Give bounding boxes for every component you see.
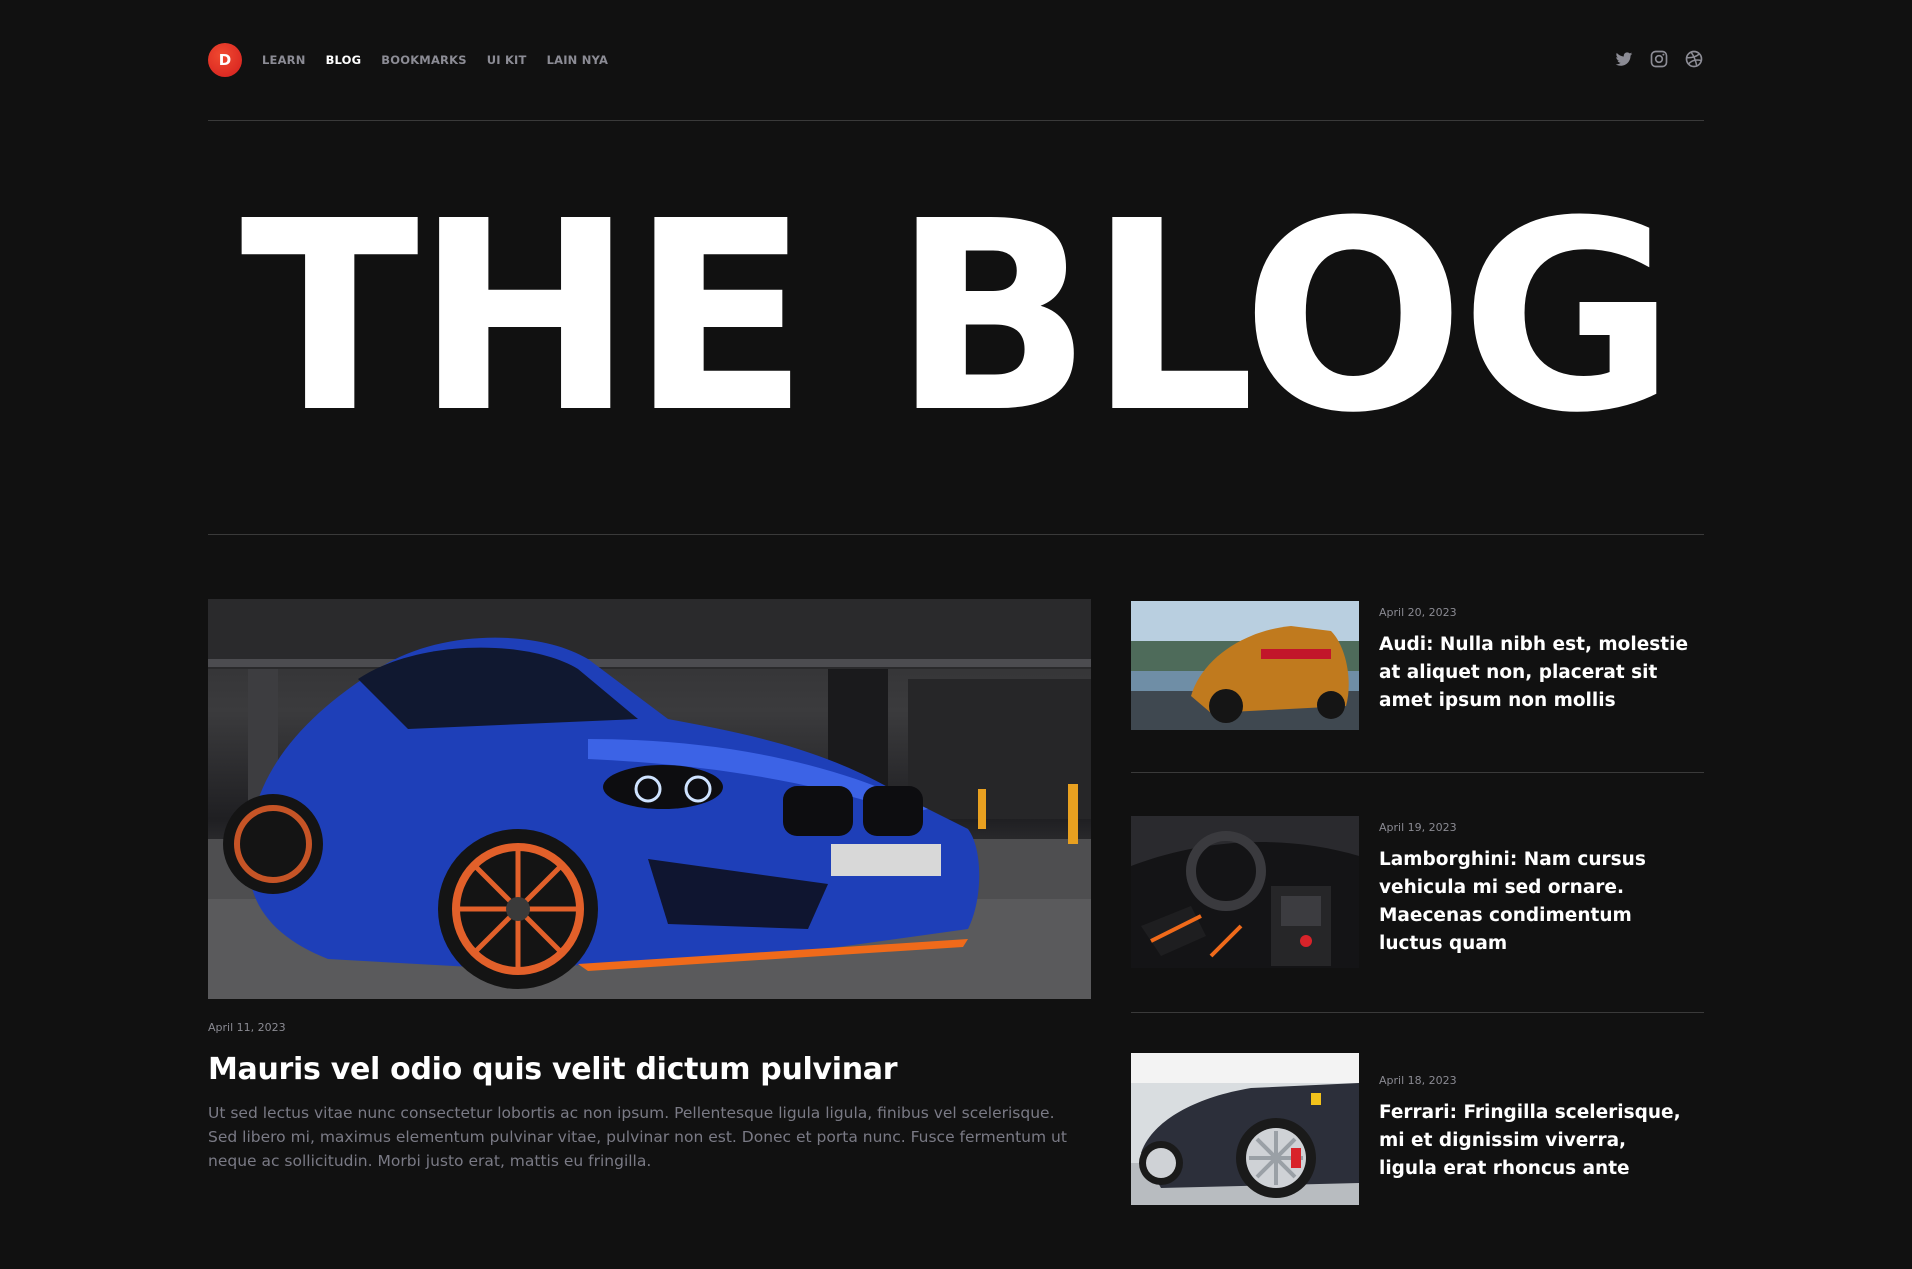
twitter-icon[interactable] xyxy=(1614,49,1634,69)
side-post-thumbnail[interactable] xyxy=(1131,1053,1359,1205)
lamborghini-interior-image xyxy=(1131,816,1359,968)
social-links xyxy=(1614,49,1704,69)
side-post-thumbnail[interactable] xyxy=(1131,816,1359,968)
nav-item-lain-nya[interactable]: LAIN NYA xyxy=(547,53,609,67)
side-post-thumbnail[interactable] xyxy=(1131,601,1359,730)
side-post-divider xyxy=(1131,1012,1704,1013)
nav-item-bookmarks[interactable]: BOOKMARKS xyxy=(381,53,466,67)
side-post-date: April 20, 2023 xyxy=(1379,606,1457,619)
side-post-audi[interactable]: April 20, 2023 Audi: Nulla nibh est, mol… xyxy=(1131,601,1704,730)
side-post-lamborghini[interactable]: April 19, 2023 Lamborghini: Nam cursus v… xyxy=(1131,816,1704,968)
blue-sports-car-image xyxy=(208,599,1091,999)
header-divider xyxy=(208,120,1704,121)
side-post-date: April 19, 2023 xyxy=(1379,821,1457,834)
featured-post-title[interactable]: Mauris vel odio quis velit dictum pulvin… xyxy=(208,1052,1091,1087)
featured-post-date: April 11, 2023 xyxy=(208,1021,286,1034)
ferrari-car-image xyxy=(1131,1053,1359,1205)
side-post-title[interactable]: Lamborghini: Nam cursus vehicula mi sed … xyxy=(1379,846,1689,958)
side-post-title[interactable]: Audi: Nulla nibh est, molestie at alique… xyxy=(1379,631,1689,715)
side-post-date: April 18, 2023 xyxy=(1379,1074,1457,1087)
nav-item-learn[interactable]: LEARN xyxy=(262,53,306,67)
featured-post[interactable]: April 11, 2023 Mauris vel odio quis veli… xyxy=(208,599,1091,1173)
hero-divider xyxy=(208,534,1704,535)
side-post-ferrari[interactable]: April 18, 2023 Ferrari: Fringilla sceler… xyxy=(1131,1053,1704,1205)
instagram-icon[interactable] xyxy=(1649,49,1669,69)
nav-item-ui-kit[interactable]: UI KIT xyxy=(487,53,527,67)
nav-item-blog[interactable]: BLOG xyxy=(326,53,362,67)
site-logo[interactable]: D xyxy=(208,43,242,77)
hero-title: THE BLOG xyxy=(240,165,1675,470)
side-post-divider xyxy=(1131,772,1704,773)
audi-car-image xyxy=(1131,601,1359,730)
site-header: D LEARN BLOG BOOKMARKS UI KIT LAIN NYA xyxy=(208,41,1704,79)
featured-post-image[interactable] xyxy=(208,599,1091,999)
featured-post-excerpt: Ut sed lectus vitae nunc consectetur lob… xyxy=(208,1104,1067,1170)
main-nav: LEARN BLOG BOOKMARKS UI KIT LAIN NYA xyxy=(262,53,608,67)
dribbble-icon[interactable] xyxy=(1684,49,1704,69)
side-post-title[interactable]: Ferrari: Fringilla scelerisque, mi et di… xyxy=(1379,1099,1689,1183)
